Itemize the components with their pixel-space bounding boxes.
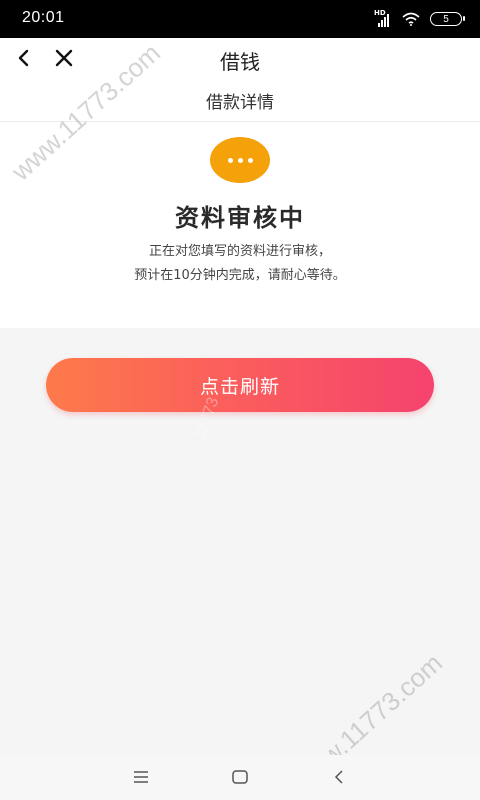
refresh-button[interactable]: 点击刷新 xyxy=(46,358,434,412)
more-dots-icon xyxy=(210,137,270,183)
status-time: 20:01 xyxy=(22,9,65,26)
nav-header: 借钱 xyxy=(0,38,480,80)
back-icon[interactable] xyxy=(330,767,350,787)
review-status-card: 资料审核中 正在对您填写的资料进行审核， 预计在10分钟内完成，请耐心等待。 xyxy=(0,122,480,328)
home-icon[interactable] xyxy=(230,767,250,787)
menu-icon[interactable] xyxy=(131,767,151,787)
section-title: 借款详情 xyxy=(206,93,274,113)
status-description-line1: 正在对您填写的资料进行审核， xyxy=(148,244,331,259)
status-title: 资料审核中 xyxy=(175,204,305,232)
status-bar: 20:01 HD 5 xyxy=(0,0,480,38)
status-icons: HD 5 xyxy=(374,9,465,28)
sub-header: 借款详情 xyxy=(0,80,480,122)
page-title: 借钱 xyxy=(220,50,260,74)
battery-level: 5 xyxy=(443,13,449,25)
system-nav-bar xyxy=(0,755,480,800)
battery-icon: 5 xyxy=(430,12,465,26)
wifi-icon xyxy=(402,12,420,26)
status-description-line2: 预计在10分钟内完成，请耐心等待。 xyxy=(134,268,346,283)
signal-icon: HD xyxy=(374,9,392,27)
